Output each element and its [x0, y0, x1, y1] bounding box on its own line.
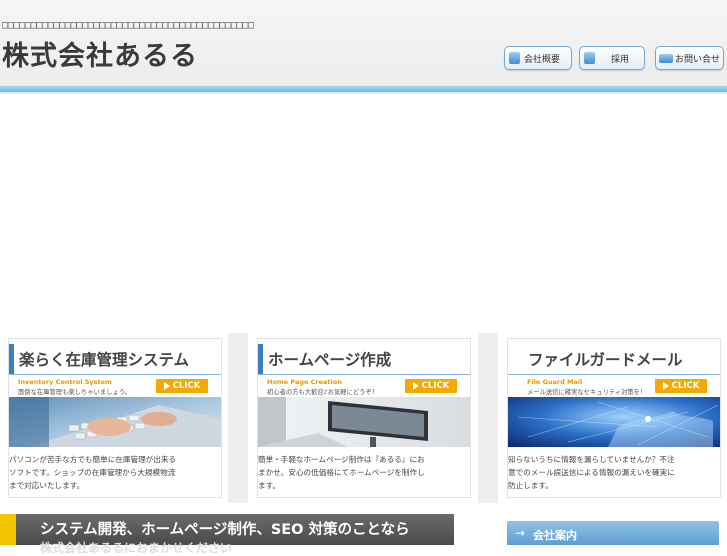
globe-network-photo	[508, 397, 720, 447]
service-card-inventory[interactable]: 楽らく在庫管理システム Inventory Control System 面倒な…	[8, 338, 222, 498]
card-title: ファイルガードメール	[528, 351, 683, 369]
nav-recruit-label: 採用	[611, 54, 630, 65]
company-info-button[interactable]: → 会社案内	[507, 521, 719, 545]
nav-recruit-button[interactable]: 採用	[579, 46, 645, 70]
column-gutter	[478, 333, 498, 503]
play-triangle-icon	[412, 382, 419, 390]
document-icon	[509, 52, 520, 64]
nav-about-button[interactable]: 会社概要	[504, 46, 572, 70]
catch-headline: システム開発、ホームページ制作、SEO 対策のことなら	[40, 522, 410, 538]
mail-icon	[659, 53, 673, 63]
click-label: CLICK	[671, 381, 700, 391]
card-english-title: Home Page Creation	[267, 378, 342, 386]
card-description: パソコンが苦手な方でも簡単に在庫管理が出来る ソフトです。ショップの在庫管理から…	[9, 455, 177, 490]
card-title: 楽らく在庫管理システム	[19, 351, 190, 369]
card-heading: ファイルガードメール	[508, 344, 720, 374]
play-triangle-icon	[662, 382, 669, 390]
keyboard-photo	[9, 397, 221, 447]
play-triangle-icon	[163, 382, 170, 390]
card-heading: ホームページ作成	[258, 344, 470, 374]
card-heading: 楽らく在庫管理システム	[9, 344, 221, 374]
card-description: 知らないうちに情報を漏らしていませんか？不注 意でのメール誤送信による情報の漏え…	[508, 455, 675, 490]
heading-accent-bar	[9, 344, 14, 374]
service-card-fileguard[interactable]: ファイルガードメール File Guard Mail メール送信に確実なセキュリ…	[507, 338, 721, 498]
arrow-right-icon: →	[515, 526, 526, 540]
click-label: CLICK	[172, 381, 201, 391]
click-button[interactable]: CLICK	[405, 379, 457, 393]
column-gutter	[228, 333, 248, 503]
catch-accent-strip	[0, 514, 16, 545]
card-subtitle: 面倒な在庫管理も楽しちゃいましょう。	[18, 389, 131, 396]
heading-underline	[258, 374, 470, 375]
nav-about-label: 会社概要	[524, 54, 561, 65]
card-title: ホームページ作成	[268, 351, 392, 369]
company-info-label: 会社案内	[533, 529, 577, 542]
card-description: 簡単・手軽なホームページ制作は『あるる』にお まかせ。安心の低価格にてホームペー…	[258, 455, 425, 490]
click-button[interactable]: CLICK	[156, 379, 208, 393]
heading-underline	[508, 374, 720, 375]
person-icon	[584, 52, 595, 64]
catch-banner: システム開発、ホームページ制作、SEO 対策のことなら 株式会社あるるにおまかせ…	[16, 514, 454, 555]
card-english-title: File Guard Mail	[527, 378, 583, 386]
monitor-photo	[258, 397, 470, 447]
header-divider-light	[0, 92, 727, 94]
card-english-title: Inventory Control System	[18, 378, 112, 386]
click-button[interactable]: CLICK	[655, 379, 707, 393]
card-subtitle: 初心者の方も大歓迎♪お気軽にどうぞ！	[267, 389, 379, 396]
card-subtitle: メール送信に確実なセキュリティ対策を！	[527, 389, 647, 396]
heading-underline	[9, 374, 221, 375]
service-card-homepage[interactable]: ホームページ作成 Home Page Creation 初心者の方も大歓迎♪お気…	[257, 338, 471, 498]
click-label: CLICK	[421, 381, 450, 391]
catch-subline: 株式会社あるるにおまかせください	[40, 541, 233, 555]
site-title[interactable]: 株式会社あるる	[2, 34, 198, 73]
site-header: □□□□□□□□□□□□□□□□□□□□□□□□□□□□□□□□□□□□□□□□…	[0, 0, 727, 88]
nav-contact-label: お問い合せ	[675, 54, 721, 65]
nav-contact-button[interactable]: お問い合せ	[655, 46, 724, 70]
heading-accent-bar	[258, 344, 263, 374]
garbled-text-line: □□□□□□□□□□□□□□□□□□□□□□□□□□□□□□□□□□□□□□□□…	[2, 20, 254, 31]
